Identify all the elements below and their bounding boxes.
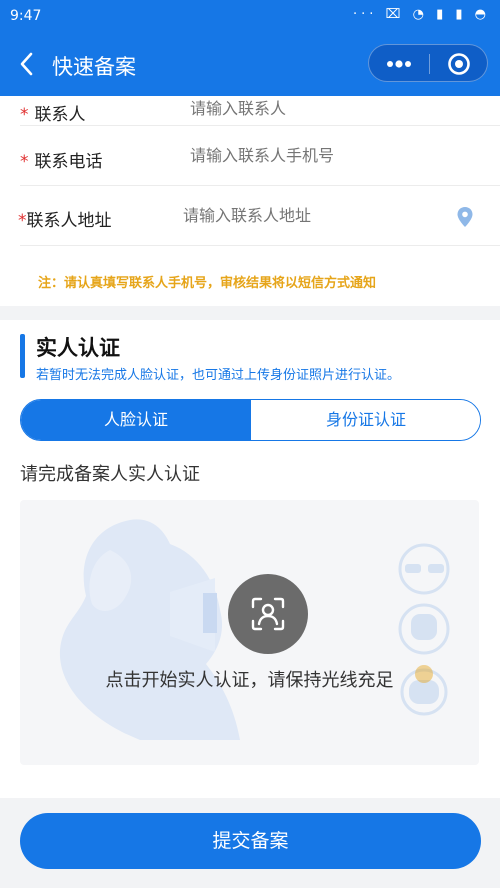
- auth-section-title: 实人认证: [36, 336, 120, 360]
- auth-instruction: 请完成备案人实人认证: [20, 464, 200, 485]
- phone-input[interactable]: [190, 146, 450, 165]
- location-icon[interactable]: [456, 206, 474, 228]
- required-mark: *: [20, 105, 29, 125]
- start-face-auth-button[interactable]: [228, 574, 308, 654]
- tab-id-card-auth[interactable]: 身份证认证: [251, 400, 480, 440]
- contact-label-text: 联系人: [34, 105, 86, 125]
- face-scan-icon: [251, 597, 285, 631]
- tab-face-auth[interactable]: 人脸认证: [21, 400, 251, 440]
- address-input[interactable]: [183, 206, 443, 225]
- contact-input[interactable]: [190, 99, 450, 118]
- face-auth-prompt: 点击开始实人认证，请保持光线充足: [105, 670, 394, 691]
- address-label-text: 联系人地址: [26, 211, 112, 231]
- address-label: *联系人地址: [18, 206, 112, 231]
- section-accent-bar: [20, 334, 25, 378]
- form-row-contact: * 联系人: [0, 66, 500, 126]
- contact-form: *联系人 *联系电话 *联系人地址 注：请认真填写联系人手机号，审核结果将以短信…: [0, 96, 500, 306]
- form-row-phone: * 联系电话: [0, 126, 500, 186]
- status-icons: ··· ⌧ ◔ ▮ ▮ ◓: [352, 7, 490, 22]
- lighting-tip-icons: [398, 543, 450, 716]
- required-mark: *: [20, 152, 29, 172]
- status-time: 9:47: [10, 8, 42, 24]
- form-divider: [20, 245, 500, 246]
- contact-label: * 联系人: [20, 100, 86, 125]
- face-scan-area[interactable]: 点击开始实人认证，请保持光线充足: [20, 500, 479, 765]
- required-mark: *: [18, 211, 27, 231]
- submit-button[interactable]: 提交备案: [20, 813, 481, 869]
- phone-label-text: 联系电话: [34, 152, 103, 172]
- phone-notice: 注：请认真填写联系人手机号，审核结果将以短信方式通知: [38, 276, 377, 291]
- status-bar: 9:47 ··· ⌧ ◔ ▮ ▮ ◓: [0, 0, 500, 34]
- form-row-address: *联系人地址: [0, 186, 500, 246]
- phone-label: * 联系电话: [20, 147, 103, 172]
- real-name-auth-section: 实人认证 若暂时无法完成人脸认证，也可通过上传身份证照片进行认证。 人脸认证 身…: [0, 320, 500, 798]
- auth-method-tabs: 人脸认证 身份证认证: [20, 399, 481, 441]
- auth-section-subtitle: 若暂时无法完成人脸认证，也可通过上传身份证照片进行认证。: [36, 368, 401, 383]
